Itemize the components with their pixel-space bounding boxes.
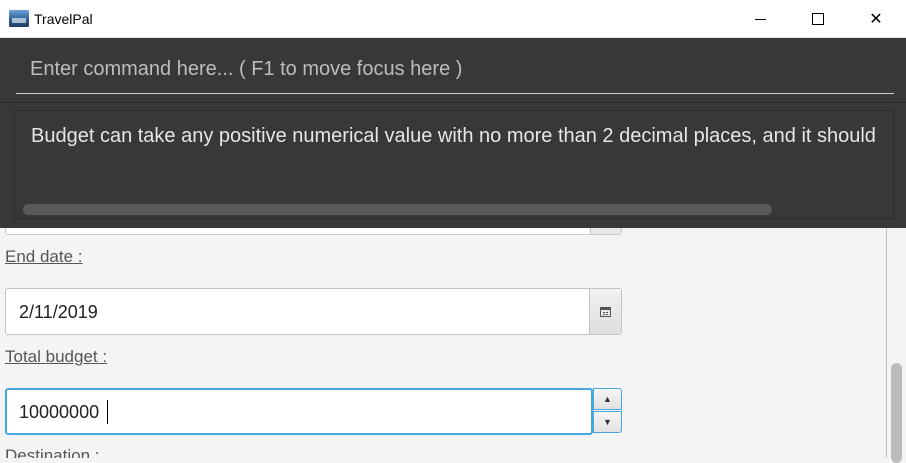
calendar-icon [600,306,611,317]
panel-divider [0,102,906,103]
app-logo-icon [9,10,29,27]
result-display[interactable]: Budget can take any positive numerical v… [14,110,894,219]
start-date-calendar-button[interactable] [590,228,621,234]
start-date-field[interactable] [5,228,622,235]
result-message: Budget can take any positive numerical v… [31,125,876,147]
vertical-scrollbar[interactable] [886,228,906,463]
window-title: TravelPal [34,11,93,27]
command-panel: Budget can take any positive numerical v… [0,38,906,228]
end-date-value: 2/11/2019 [19,302,98,322]
destination-label: Destination : [5,446,100,458]
budget-decrement-button[interactable]: ▼ [593,411,622,433]
minimize-icon [754,18,766,20]
maximize-button[interactable] [789,0,847,38]
chevron-down-icon: ▼ [603,417,612,427]
close-button[interactable]: ✕ [847,0,905,38]
title-bar: TravelPal ✕ [0,0,906,38]
total-budget-value: 10000000 [19,402,100,422]
command-input[interactable] [16,46,894,94]
maximize-icon [812,13,824,25]
total-budget-input[interactable]: 10000000 [5,388,593,435]
total-budget-label: Total budget : [5,347,108,366]
end-date-field[interactable]: 2/11/2019 [5,288,622,335]
chevron-up-icon: ▲ [603,394,612,404]
trip-form: End date : 2/11/2019 Total budget : 1000… [0,228,886,458]
text-caret [107,400,108,424]
horizontal-scrollbar-thumb[interactable] [23,204,772,215]
budget-increment-button[interactable]: ▲ [593,388,622,410]
vertical-scrollbar-thumb[interactable] [891,363,902,463]
end-date-calendar-button[interactable] [589,289,621,334]
close-icon: ✕ [869,11,883,28]
minimize-button[interactable] [731,0,789,38]
end-date-label: End date : [5,247,83,266]
